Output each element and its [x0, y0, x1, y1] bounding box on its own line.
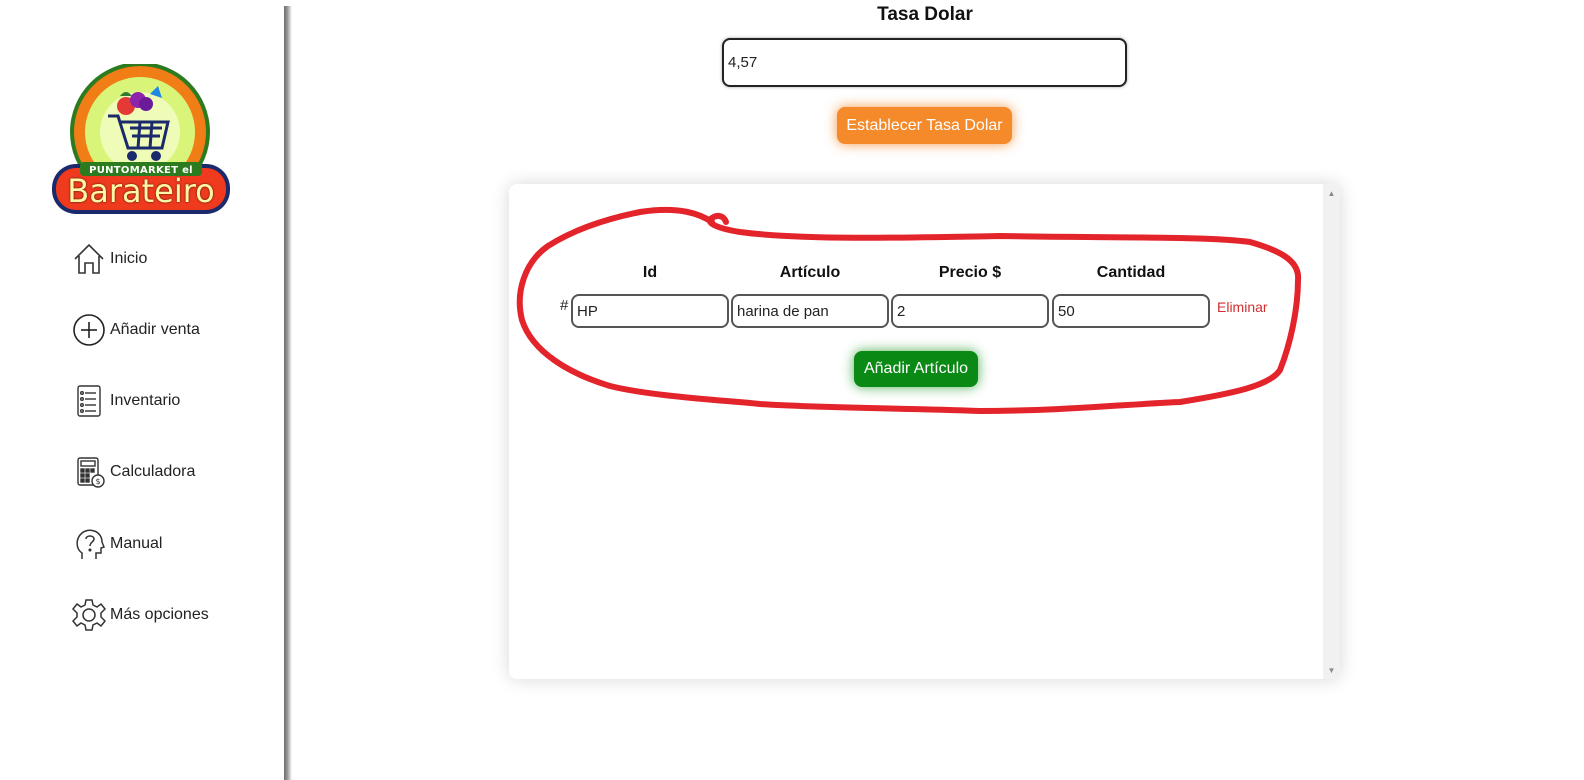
add-article-button[interactable]: Añadir Artículo [854, 351, 978, 387]
sidebar-item-label: Manual [110, 535, 163, 552]
column-header-precio: Precio $ [938, 264, 1002, 281]
card-scrollbar[interactable]: ▲ ▼ [1323, 184, 1340, 679]
column-header-id: Id [642, 264, 658, 281]
rate-input[interactable] [722, 38, 1127, 87]
sidebar: PUNTOMARKET el Barateiro Inicio Añadir v… [0, 0, 284, 780]
delete-row-link[interactable]: Eliminar [1217, 299, 1268, 315]
quantity-field[interactable] [1052, 294, 1210, 328]
set-rate-button[interactable]: Establecer Tasa Dolar [837, 107, 1012, 144]
id-field[interactable] [571, 294, 729, 328]
rate-title: Tasa Dolar [877, 4, 973, 25]
brand-logo: PUNTOMARKET el Barateiro [50, 62, 232, 216]
sidebar-item-anadir-venta[interactable]: Añadir venta [72, 311, 252, 349]
sidebar-item-manual[interactable]: Manual [72, 525, 252, 563]
calculator-icon: $ [72, 455, 106, 489]
article-field[interactable] [731, 294, 889, 328]
sidebar-item-inicio[interactable]: Inicio [72, 240, 252, 278]
svg-text:$: $ [96, 477, 101, 486]
scroll-up-arrow-icon[interactable]: ▲ [1323, 186, 1340, 200]
sidebar-item-label: Más opciones [110, 606, 209, 623]
column-header-articulo: Artículo [779, 264, 841, 281]
sidebar-item-mas-opciones[interactable]: Más opciones [72, 596, 252, 634]
inventory-list-icon [72, 384, 106, 418]
sidebar-item-label: Inicio [110, 250, 148, 267]
items-card [509, 184, 1340, 679]
price-field[interactable] [891, 294, 1049, 328]
sidebar-item-label: Inventario [110, 392, 181, 409]
row-hash-label: # [560, 297, 569, 314]
sidebar-item-calculadora[interactable]: $ Calculadora [72, 453, 252, 491]
sidebar-divider [284, 6, 292, 780]
scroll-down-arrow-icon[interactable]: ▼ [1323, 663, 1340, 677]
sidebar-item-inventario[interactable]: Inventario [72, 382, 252, 420]
column-header-cantidad: Cantidad [1096, 264, 1166, 281]
sidebar-item-label: Añadir venta [110, 321, 200, 338]
home-icon [72, 242, 106, 276]
logo-name: Barateiro [67, 172, 215, 210]
plus-circle-icon [72, 313, 106, 347]
sidebar-item-label: Calculadora [110, 463, 196, 480]
help-head-icon [72, 527, 106, 561]
gear-icon [72, 598, 106, 632]
